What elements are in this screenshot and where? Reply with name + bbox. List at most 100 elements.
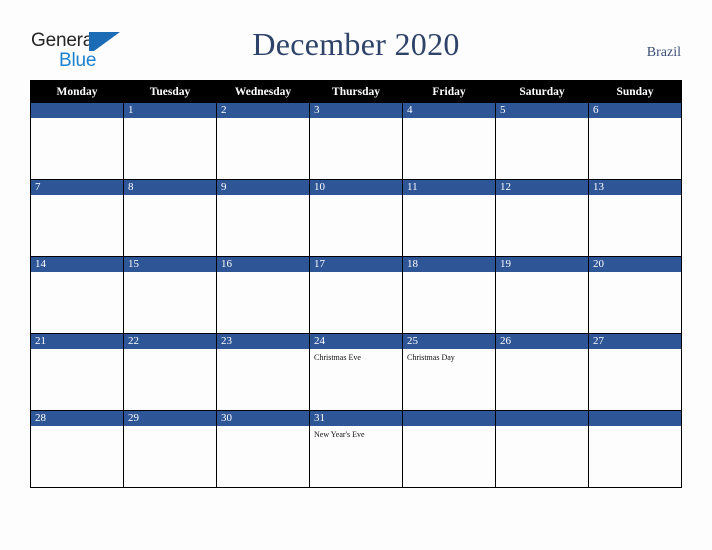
calendar-day-cell[interactable]: 22 [123,333,217,411]
day-events [31,195,123,198]
day-number: 28 [31,411,123,426]
calendar-day-cell[interactable]: 4 [402,102,496,180]
day-events [217,426,309,429]
day-events [310,272,402,275]
weekday-header-tuesday: Tuesday [123,80,217,103]
day-number: 14 [31,257,123,272]
day-number: 25 [403,334,495,349]
day-number: 11 [403,180,495,195]
day-events [124,426,216,429]
day-event-label: Christmas Eve [314,353,361,362]
day-number: 22 [124,334,216,349]
day-number: 15 [124,257,216,272]
calendar-day-cell[interactable]: 7 [30,179,124,257]
calendar-day-cell[interactable]: 13 [588,179,682,257]
day-number: 12 [496,180,588,195]
calendar-day-cell[interactable]: 17 [309,256,403,334]
calendar-day-cell[interactable]: 25 Christmas Day [402,333,496,411]
calendar-day-cell[interactable]: 12 [495,179,589,257]
day-events [403,426,495,429]
calendar-day-cell[interactable]: 29 [123,410,217,488]
calendar-day-cell[interactable]: 11 [402,179,496,257]
calendar-day-cell[interactable]: 20 [588,256,682,334]
calendar-day-cell[interactable]: 18 [402,256,496,334]
calendar-day-cell[interactable]: 1 [123,102,217,180]
calendar-day-cell[interactable]: 10 [309,179,403,257]
day-events [589,195,681,198]
calendar-day-cell[interactable]: 2 [216,102,310,180]
day-number: 9 [217,180,309,195]
day-events [589,426,681,429]
calendar-day-cell[interactable] [402,410,496,488]
day-number: 16 [217,257,309,272]
day-number [496,411,588,426]
day-events [310,195,402,198]
day-events [217,118,309,121]
day-event-label: Christmas Day [407,353,455,362]
calendar-day-cell[interactable]: 30 [216,410,310,488]
day-number: 26 [496,334,588,349]
day-number: 8 [124,180,216,195]
page-title: December 2020 [252,26,460,62]
day-number: 30 [217,411,309,426]
day-events [589,118,681,121]
calendar-week-row: 21 22 23 24 Christmas Eve 25 Christmas Day 26 27 [30,333,682,411]
calendar-day-cell[interactable] [588,410,682,488]
calendar-week-row: 28 29 30 31 New Year's Eve [30,410,682,488]
calendar-day-cell[interactable]: 5 [495,102,589,180]
day-events [217,195,309,198]
day-events [217,272,309,275]
day-number: 6 [589,103,681,118]
calendar-day-cell[interactable]: 6 [588,102,682,180]
day-events [496,195,588,198]
calendar-day-cell[interactable]: 15 [123,256,217,334]
day-number: 10 [310,180,402,195]
calendar-day-cell[interactable]: 21 [30,333,124,411]
day-events [496,349,588,352]
day-number: 13 [589,180,681,195]
day-events: Christmas Eve [310,349,402,363]
calendar-day-cell[interactable]: 24 Christmas Eve [309,333,403,411]
day-events [403,118,495,121]
weekday-header-thursday: Thursday [309,80,403,103]
day-events [31,426,123,429]
calendar-day-cell[interactable] [30,102,124,180]
day-events [589,272,681,275]
day-number: 24 [310,334,402,349]
calendar-body: 1 2 3 4 5 6 7 8 9 10 11 12 13 14 15 16 17 18 19 20 21 22 23 24 C… [30,102,682,488]
day-number: 31 [310,411,402,426]
day-events [403,272,495,275]
calendar-day-cell[interactable]: 23 [216,333,310,411]
calendar-day-cell[interactable]: 26 [495,333,589,411]
calendar-day-cell[interactable]: 14 [30,256,124,334]
calendar-day-cell[interactable]: 19 [495,256,589,334]
calendar-day-cell[interactable]: 3 [309,102,403,180]
calendar-week-row: 14 15 16 17 18 19 20 [30,256,682,334]
calendar-day-cell[interactable]: 27 [588,333,682,411]
calendar-day-cell[interactable]: 16 [216,256,310,334]
calendar-week-row: 123456 [30,102,682,180]
calendar-day-cell[interactable]: 28 [30,410,124,488]
day-number: 17 [310,257,402,272]
day-events [124,272,216,275]
calendar-day-cell[interactable] [495,410,589,488]
day-number: 29 [124,411,216,426]
calendar-day-cell[interactable]: 31 New Year's Eve [309,410,403,488]
day-events [31,118,123,121]
weekday-header-friday: Friday [402,80,496,103]
day-number: 5 [496,103,588,118]
page-header: General Blue December 2020 Brazil [0,0,712,78]
day-number [403,411,495,426]
day-number: 18 [403,257,495,272]
day-events: New Year's Eve [310,426,402,440]
calendar-day-cell[interactable]: 9 [216,179,310,257]
day-number: 21 [31,334,123,349]
day-number: 4 [403,103,495,118]
day-events [589,349,681,352]
weekday-header-sunday: Sunday [588,80,682,103]
day-events [217,349,309,352]
calendar-week-row: 7 8 9 10 11 12 13 [30,179,682,257]
day-number: 27 [589,334,681,349]
day-number [589,411,681,426]
calendar-day-cell[interactable]: 8 [123,179,217,257]
